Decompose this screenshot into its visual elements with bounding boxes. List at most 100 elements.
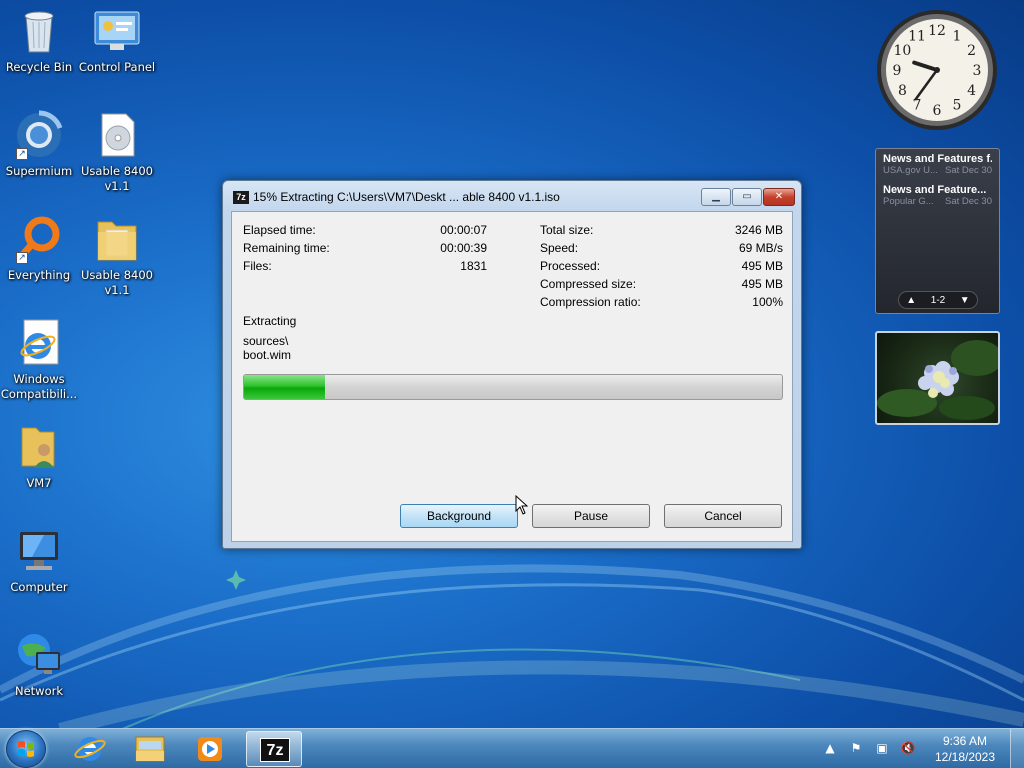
desktop-icon-label: Usable 8400 v1.1 [81, 164, 153, 193]
stat-value: 100% [752, 295, 783, 309]
stat-speed: Speed: 69 MB/s [540, 241, 783, 257]
stat-remaining-time: Remaining time: 00:00:39 [243, 241, 487, 257]
news-item-source: Popular G... [883, 196, 934, 207]
maximize-button[interactable]: ▭ [732, 188, 762, 206]
clock-numeral: 2 [967, 43, 976, 59]
network-status-icon[interactable]: ▣ [874, 741, 890, 757]
news-pager-label: 1-2 [930, 294, 946, 306]
volume-muted-icon[interactable]: 🔇 [900, 741, 916, 757]
progress-bar-fill [244, 375, 325, 399]
desktop-icon-everything[interactable]: ↗ Everything [0, 214, 78, 283]
news-item[interactable]: News and Features f... USA.gov U... Sat D… [876, 149, 999, 180]
show-desktop-button[interactable] [1010, 729, 1024, 768]
clock-numeral: 9 [893, 63, 902, 79]
start-button[interactable] [6, 730, 46, 768]
stat-value: 3246 MB [734, 223, 783, 237]
taskbar-clock[interactable]: 9:36 AM 12/18/2023 [926, 733, 1004, 765]
desktop-icon-windows-compatibility[interactable]: Windows Compatibili... [0, 318, 78, 402]
clock-numeral: 5 [953, 98, 962, 114]
next-arrow-icon[interactable]: ▼ [960, 295, 970, 306]
current-path: sources\ [243, 334, 289, 348]
shortcut-arrow-icon: ↗ [16, 252, 28, 264]
maximize-icon: ▭ [742, 191, 752, 202]
media-player-icon [198, 737, 222, 761]
stat-value: 00:00:07 [440, 223, 487, 237]
clock-numeral: 7 [913, 98, 922, 114]
pause-button[interactable]: Pause [532, 504, 650, 528]
previous-arrow-icon[interactable]: ▲ [906, 295, 916, 306]
taskbar-time: 9:36 AM [942, 734, 988, 748]
clock-gadget[interactable]: 12 1 2 3 4 5 6 7 8 9 10 11 [874, 8, 1002, 132]
desktop-icon-recycle-bin[interactable]: Recycle Bin [0, 6, 78, 75]
shortcut-arrow-icon: ↗ [16, 148, 28, 160]
desktop-icon-label: Control Panel [78, 60, 156, 74]
internet-explorer-icon [14, 318, 64, 368]
clock-numeral: 4 [967, 83, 976, 99]
stat-value: 1831 [460, 259, 487, 273]
folder-icon [92, 214, 142, 264]
taskbar-windows-explorer[interactable] [122, 731, 178, 767]
disc-image-icon [92, 110, 142, 160]
taskbar-media-player[interactable] [182, 731, 238, 767]
stat-files: Files: 1831 [243, 259, 487, 275]
clock-numeral: 10 [893, 43, 911, 59]
desktop-icon-supermium[interactable]: ↗ Supermium [0, 110, 78, 179]
stat-value: 69 MB/s [738, 241, 783, 255]
background-button[interactable]: Background [400, 504, 518, 528]
progress-bar [243, 374, 783, 400]
stat-processed: Processed: 495 MB [540, 259, 783, 275]
stat-value: 00:00:39 [440, 241, 487, 255]
stat-label: Speed: [540, 241, 579, 255]
computer-icon [14, 526, 64, 576]
minimize-button[interactable]: ▁ [701, 188, 731, 206]
news-item-source: USA.gov U... [883, 165, 938, 176]
stat-elapsed-time: Elapsed time: 00:00:07 [243, 223, 487, 239]
stat-value: 495 MB [741, 259, 783, 273]
desktop-icon-label: Computer [10, 580, 68, 594]
desktop-icon-computer[interactable]: Computer [0, 526, 78, 595]
supermium-browser-icon: ↗ [14, 110, 64, 160]
clock-numeral: 6 [933, 103, 942, 119]
news-item-date: Sat Dec 30 [945, 196, 992, 207]
stat-label: Remaining time: [243, 241, 330, 255]
network-icon [14, 630, 64, 680]
taskbar: 7z ▲ ⚑ ▣ 🔇 9:36 AM 12/18/2023 [0, 728, 1024, 768]
news-item[interactable]: News and Feature... Popular G... Sat Dec … [876, 180, 999, 211]
desktop-icon-control-panel[interactable]: Control Panel [78, 6, 156, 75]
taskbar-internet-explorer[interactable] [62, 731, 118, 767]
desktop-icon-usable-iso[interactable]: Usable 8400 v1.1 [78, 110, 156, 194]
desktop-icon-usable-folder[interactable]: Usable 8400 v1.1 [78, 214, 156, 298]
desktop-icon-label: Usable 8400 v1.1 [81, 268, 153, 297]
stat-label: Compressed size: [540, 277, 637, 291]
action-center-flag-icon[interactable]: ⚑ [848, 741, 864, 757]
extraction-progress-window[interactable]: 7z 15% Extracting C:\Users\VM7\Deskt ...… [222, 180, 802, 549]
recycle-bin-icon [14, 6, 64, 56]
desktop-icon-vm7[interactable]: VM7 [0, 422, 78, 491]
news-pager: ▲ 1-2 ▼ [898, 291, 978, 309]
internet-explorer-icon [74, 737, 106, 761]
desktop-icon-label: Supermium [5, 164, 73, 178]
control-panel-icon [92, 6, 142, 56]
taskbar-date: 12/18/2023 [934, 750, 996, 764]
taskbar-7zip[interactable]: 7z [246, 731, 302, 767]
slideshow-gadget[interactable] [875, 331, 1000, 425]
title-bar[interactable]: 7z 15% Extracting C:\Users\VM7\Deskt ...… [223, 181, 801, 213]
7zip-icon: 7z [260, 738, 290, 762]
news-item-title: News and Feature... [883, 184, 987, 196]
stat-label: Elapsed time: [243, 223, 316, 237]
user-folder-icon [14, 422, 64, 472]
everything-search-icon: ↗ [14, 214, 64, 264]
desktop-icon-network[interactable]: Network [0, 630, 78, 699]
cancel-button[interactable]: Cancel [664, 504, 782, 528]
close-button[interactable]: ✕ [763, 188, 795, 206]
stat-total-size: Total size: 3246 MB [540, 223, 783, 239]
mouse-cursor-icon [515, 495, 529, 515]
minimize-icon: ▁ [712, 191, 720, 202]
show-hidden-icons-icon[interactable]: ▲ [822, 741, 838, 757]
stat-label: Processed: [540, 259, 601, 273]
system-tray: ▲ ⚑ ▣ 🔇 9:36 AM 12/18/2023 [822, 729, 1024, 768]
7zip-icon: 7z [233, 191, 249, 204]
stat-label: Compression ratio: [540, 295, 641, 309]
news-item-title: News and Features f... [883, 153, 992, 165]
news-feed-gadget[interactable]: News and Features f... USA.gov U... Sat D… [875, 148, 1000, 314]
